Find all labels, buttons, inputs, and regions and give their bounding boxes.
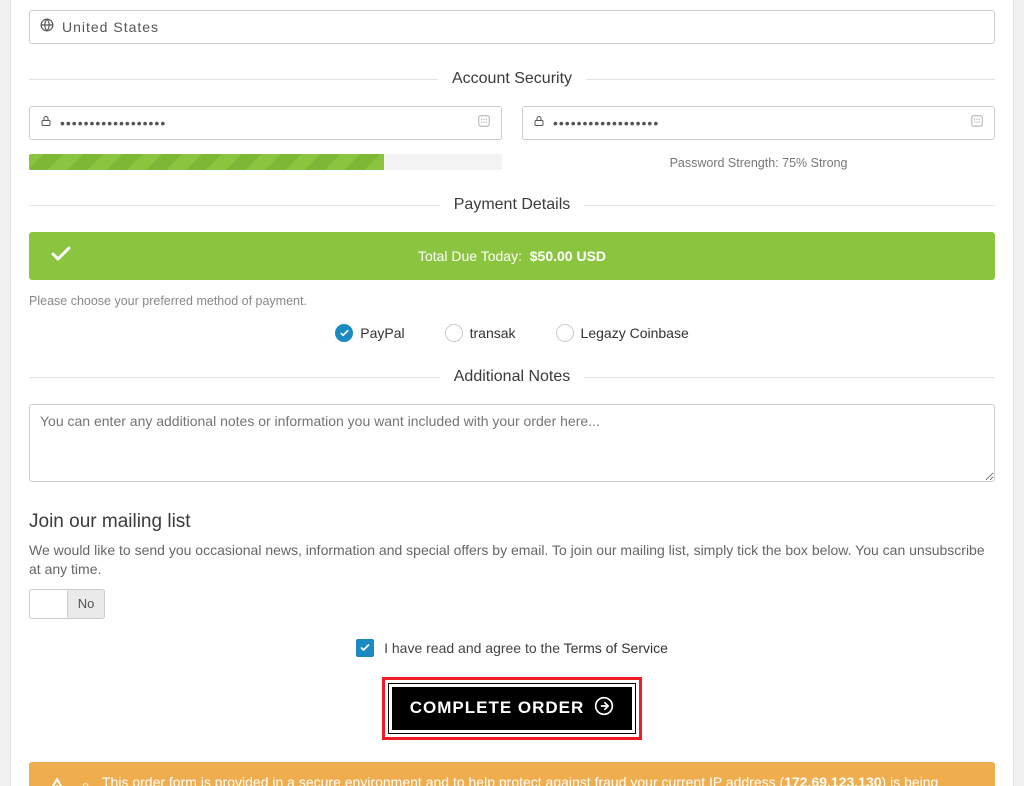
lock-icon xyxy=(79,781,92,786)
globe-icon xyxy=(40,18,54,37)
mailing-list-title: Join our mailing list xyxy=(29,511,995,533)
toggle-slot-yes[interactable] xyxy=(30,590,67,618)
arrow-right-icon xyxy=(594,696,614,721)
password-strength-bar xyxy=(29,154,502,170)
country-select[interactable] xyxy=(29,10,995,44)
logged-ip: 172.69.123.130 xyxy=(784,774,881,786)
keypad-icon[interactable] xyxy=(970,114,984,133)
payment-option-legazy-coinbase[interactable]: Legazy Coinbase xyxy=(556,324,689,342)
keypad-icon[interactable] xyxy=(477,114,491,133)
lock-icon xyxy=(533,114,545,133)
total-due-amount: $50.00 USD xyxy=(530,248,606,264)
warning-icon xyxy=(45,776,69,786)
toggle-slot-no[interactable]: No xyxy=(67,590,104,618)
section-header-payment-details: Payment Details xyxy=(29,196,995,214)
radio-unchecked-icon xyxy=(556,324,574,342)
country-value[interactable] xyxy=(62,19,984,35)
complete-order-highlight: COMPLETE ORDER xyxy=(382,677,643,740)
terms-text: I have read and agree to the Terms of Se… xyxy=(384,640,668,656)
payment-option-label: Legazy Coinbase xyxy=(581,325,689,341)
security-alert-message: This order form is provided in a secure … xyxy=(102,774,979,786)
payment-option-paypal[interactable]: PayPal xyxy=(335,324,404,342)
password-strength-label: Password Strength: 75% Strong xyxy=(522,154,995,170)
password-value[interactable] xyxy=(60,115,477,131)
total-due-banner: Total Due Today: $50.00 USD xyxy=(29,232,995,280)
total-due-label: Total Due Today: xyxy=(418,248,522,264)
lock-icon xyxy=(40,114,52,133)
radio-checked-icon xyxy=(335,324,353,342)
payment-instruction: Please choose your preferred method of p… xyxy=(29,294,995,308)
password-confirm-field[interactable] xyxy=(522,106,995,140)
terms-checkbox[interactable] xyxy=(356,639,374,657)
security-alert: This order form is provided in a secure … xyxy=(29,762,995,786)
password-field[interactable] xyxy=(29,106,502,140)
password-confirm-value[interactable] xyxy=(553,115,970,131)
complete-order-button[interactable]: COMPLETE ORDER xyxy=(389,684,636,733)
payment-option-transak[interactable]: transak xyxy=(445,324,516,342)
section-header-additional-notes: Additional Notes xyxy=(29,368,995,386)
complete-order-label: COMPLETE ORDER xyxy=(410,698,585,718)
additional-notes-textarea[interactable] xyxy=(29,404,995,482)
mailing-list-description: We would like to send you occasional new… xyxy=(29,541,995,579)
payment-option-label: transak xyxy=(470,325,516,341)
radio-unchecked-icon xyxy=(445,324,463,342)
terms-of-service-link[interactable]: Terms of Service xyxy=(564,640,668,656)
payment-option-label: PayPal xyxy=(360,325,404,341)
mailing-list-toggle[interactable]: No xyxy=(29,589,105,619)
section-header-account-security: Account Security xyxy=(29,70,995,88)
